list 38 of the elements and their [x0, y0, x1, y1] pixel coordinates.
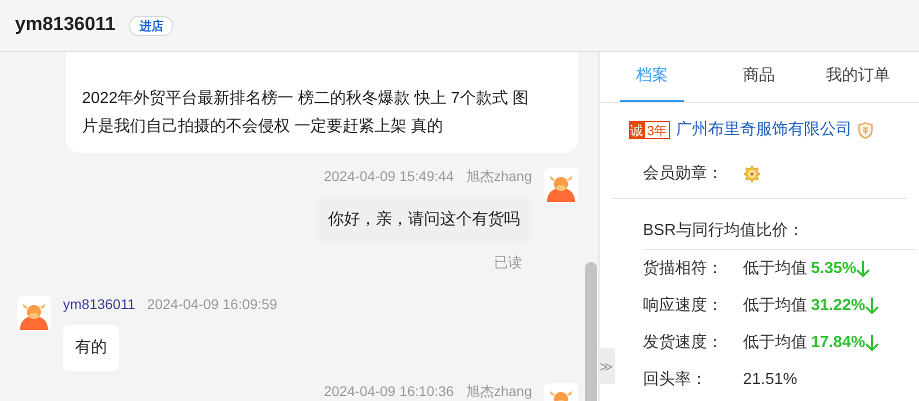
scrollbar[interactable]	[585, 262, 597, 401]
enter-shop-button[interactable]: 进店	[129, 16, 174, 36]
field-label: 响应速度：	[643, 296, 724, 316]
integrity-badge: 诚	[629, 121, 644, 139]
down-arrow-icon	[856, 260, 870, 278]
field-label: 会员勋章：	[643, 164, 724, 184]
sender-name: 旭杰zhang	[466, 382, 532, 401]
medal-icon	[743, 165, 761, 183]
avatar[interactable]	[17, 296, 51, 330]
percentage-value: 5.35%	[811, 259, 856, 279]
message-bubble: 你好，亲，请问这个有货吗	[316, 197, 532, 243]
down-arrow-icon	[865, 334, 880, 352]
message-bubble: 有的	[63, 325, 119, 371]
message-time: 2024-04-09 16:09:59	[147, 294, 278, 314]
years-badge: 3年	[644, 121, 670, 139]
comparison-text: 低于均值	[743, 259, 807, 279]
comparison-text: 低于均值	[743, 333, 807, 353]
down-arrow-icon	[865, 297, 880, 315]
comparison-text: 低于均值	[743, 296, 807, 316]
field-value: 21.51%	[743, 370, 798, 390]
chat-title: ym8136011	[15, 13, 116, 38]
message-time: 2024-04-09 16:10:36	[324, 382, 454, 400]
percentage-value: 31.22%	[811, 296, 866, 316]
percentage-value: 17.84%	[811, 333, 866, 353]
field-label: 货描相符：	[643, 258, 724, 279]
shield-icon	[858, 122, 874, 138]
avatar[interactable]	[544, 168, 578, 202]
field-label: 回头率：	[643, 370, 708, 390]
sender-name: ym8136011	[63, 294, 136, 314]
message-time: 2024-04-09 15:49:44	[324, 166, 454, 186]
tab[interactable]: 商品	[727, 52, 791, 102]
company-link[interactable]: 广州布里奇服饰有限公司	[676, 118, 852, 142]
read-status: 已读	[494, 253, 522, 272]
tab[interactable]: 我的订单	[810, 52, 906, 102]
sender-name: 旭杰zhang	[466, 166, 532, 186]
message-bubble: 2022年外贸平台最新排名榜一 榜二的秋冬爆款 快上 7个款式 图片是我们自己拍摄的不会侵权 一定要赶紧上架 真的	[66, 52, 578, 153]
field-label: 发货速度：	[643, 332, 724, 353]
section-title: BSR与同行均值比价：	[642, 220, 805, 241]
